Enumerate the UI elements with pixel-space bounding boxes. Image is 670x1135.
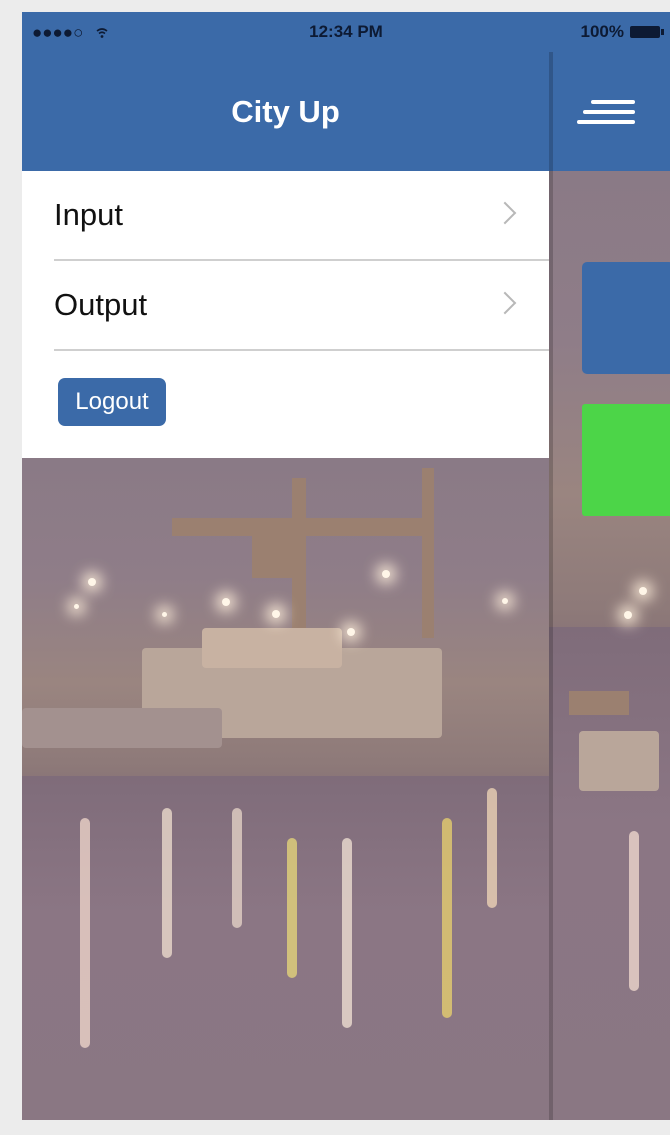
menu-list: Input Output Logout bbox=[22, 171, 549, 458]
menu-item-label: Input bbox=[54, 197, 123, 232]
chevron-right-icon bbox=[493, 201, 517, 225]
menu-item-input[interactable]: Input bbox=[54, 171, 549, 261]
dashboard-card-blue[interactable] bbox=[582, 262, 670, 374]
side-menu: City Up Input Output Logout bbox=[22, 12, 549, 1120]
chevron-right-icon bbox=[493, 291, 517, 315]
logout-button[interactable]: Logout bbox=[58, 378, 166, 426]
dashboard-card-green[interactable] bbox=[582, 404, 670, 516]
menu-item-output[interactable]: Output bbox=[54, 261, 549, 351]
app-title: City Up bbox=[231, 94, 340, 129]
battery-percentage: 100% bbox=[580, 22, 624, 41]
phone-screen: City Up Input Output Logout ●●●●○ 12:34 … bbox=[22, 12, 670, 1120]
battery-icon bbox=[630, 26, 664, 38]
status-bar: ●●●●○ 12:34 PM 100% bbox=[22, 12, 670, 52]
main-content bbox=[549, 12, 670, 1120]
harbor-background-image bbox=[22, 458, 549, 1120]
menu-item-label: Output bbox=[54, 287, 148, 322]
hamburger-menu-icon[interactable] bbox=[577, 100, 635, 134]
status-time: 12:34 PM bbox=[309, 22, 383, 41]
